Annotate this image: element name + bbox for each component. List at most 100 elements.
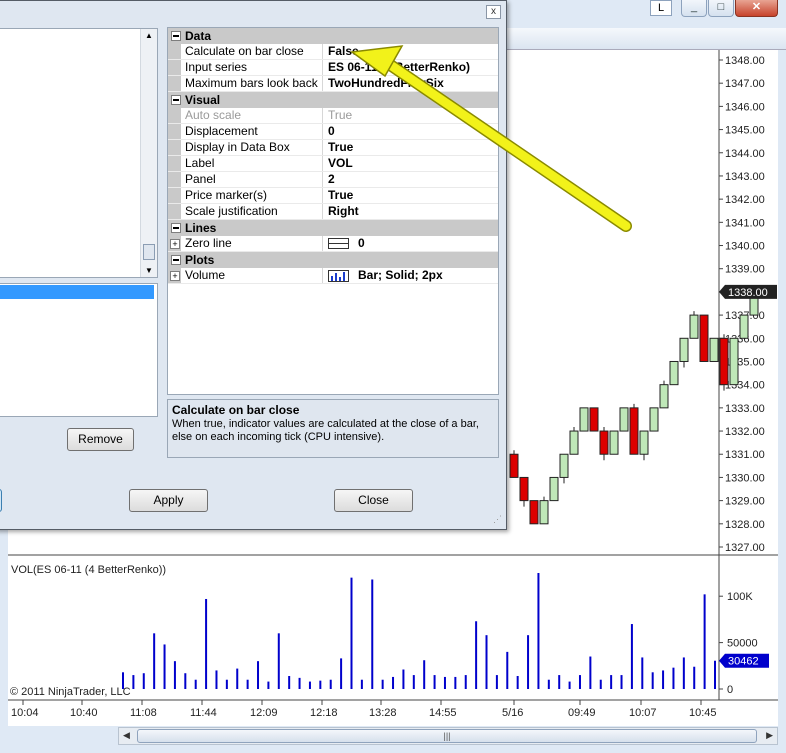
volume-bar <box>527 635 530 689</box>
time-tick-label: 13:28 <box>369 707 397 719</box>
collapse-icon[interactable] <box>171 223 181 233</box>
row-gutter: + <box>168 268 181 283</box>
price-tick-label: 1345.00 <box>725 125 765 137</box>
property-row[interactable]: Calculate on bar close False <box>168 44 498 60</box>
l-button[interactable]: L <box>650 0 672 16</box>
property-value-text: 2 <box>328 172 335 186</box>
scroll-thumb[interactable]: ||| <box>137 729 757 743</box>
property-row[interactable]: Displacement 0 <box>168 124 498 140</box>
category-label: Visual <box>185 93 221 107</box>
property-value[interactable]: VOL <box>323 156 498 171</box>
property-value-text: True <box>328 108 353 122</box>
property-row[interactable]: Input series ES 06-11 (4 BetterRenko) <box>168 60 498 76</box>
property-row[interactable]: Maximum bars look back TwoHundredFiftySix <box>168 76 498 92</box>
volume-bar <box>153 633 156 689</box>
remove-button[interactable]: Remove <box>67 428 134 451</box>
category-data[interactable]: Data <box>168 28 498 44</box>
property-row[interactable]: + Volume Bar; Solid; 2px <box>168 268 498 284</box>
volume-bar <box>298 677 301 689</box>
volume-bar <box>558 675 561 689</box>
renko-brick-up <box>539 500 549 525</box>
scroll-down-icon[interactable]: ▼ <box>145 266 153 275</box>
window-controls: _ □ ✕ <box>681 0 778 18</box>
volume-bar <box>350 577 353 689</box>
property-value[interactable]: TwoHundredFiftySix <box>323 76 498 91</box>
collapse-icon[interactable] <box>171 31 181 41</box>
volume-bar <box>225 679 228 689</box>
property-value[interactable]: Bar; Solid; 2px <box>323 268 498 283</box>
last-price-label: 1338.00 <box>728 287 768 299</box>
renko-brick-down <box>519 476 529 502</box>
property-value-text: VOL <box>328 156 353 170</box>
window-close-button[interactable]: ✕ <box>735 0 778 17</box>
volume-bar <box>371 579 374 689</box>
copyright-label: © 2011 NinjaTrader, LLC <box>10 686 131 698</box>
category-plots[interactable]: Plots <box>168 252 498 268</box>
property-value[interactable]: ES 06-11 (4 BetterRenko) <box>323 60 498 75</box>
renko-brick-up <box>689 314 699 339</box>
price-tick-label: 1329.00 <box>725 496 765 508</box>
volume-bar <box>475 621 478 689</box>
available-indicators-list[interactable]: ▲ ▼ <box>0 28 158 278</box>
renko-brick-up <box>619 407 629 432</box>
property-grid[interactable]: Data Calculate on bar close False Input ser… <box>167 27 499 395</box>
time-tick-label: 10:45 <box>689 707 717 719</box>
volume-bar <box>651 672 654 689</box>
property-value[interactable]: 0 <box>323 236 498 251</box>
volume-tick-label: 100K <box>727 591 753 603</box>
scroll-right-icon[interactable]: ▶ <box>766 730 773 741</box>
collapse-icon[interactable] <box>171 255 181 265</box>
property-row[interactable]: Scale justification Right <box>168 204 498 220</box>
description-title: Calculate on bar close <box>172 403 300 417</box>
volume-bar <box>714 660 716 689</box>
property-value[interactable]: 0 <box>323 124 498 139</box>
apply-button[interactable]: Apply <box>129 489 208 512</box>
row-gutter <box>168 60 181 75</box>
collapse-icon[interactable] <box>171 95 181 105</box>
selected-indicator-row[interactable] <box>0 285 154 299</box>
price-tick-label: 1327.00 <box>725 542 765 554</box>
volume-bar <box>662 670 665 689</box>
dialog-close-button[interactable]: x <box>486 5 501 19</box>
scroll-thumb[interactable] <box>143 244 155 260</box>
volume-bar <box>589 656 592 689</box>
property-value[interactable]: False <box>323 44 498 59</box>
category-lines[interactable]: Lines <box>168 220 498 236</box>
scroll-left-icon[interactable]: ◀ <box>123 730 130 741</box>
property-value[interactable]: Right <box>323 204 498 219</box>
volume-bar <box>319 680 322 689</box>
property-row[interactable]: Price marker(s) True <box>168 188 498 204</box>
property-row[interactable]: Panel 2 <box>168 172 498 188</box>
time-tick-label: 14:55 <box>429 707 457 719</box>
renko-brick-up <box>609 430 619 455</box>
resize-grip-icon[interactable]: ⋰ <box>493 514 502 525</box>
expand-icon[interactable]: + <box>170 271 180 281</box>
property-value[interactable]: True <box>323 188 498 203</box>
renko-brick-up <box>569 430 579 455</box>
property-row: Auto scale True <box>168 108 498 124</box>
category-visual[interactable]: Visual <box>168 92 498 108</box>
property-row[interactable]: Display in Data Box True <box>168 140 498 156</box>
scroll-up-icon[interactable]: ▲ <box>145 31 153 40</box>
expand-icon[interactable]: + <box>170 239 180 249</box>
indicators-list-scrollbar[interactable]: ▲ ▼ <box>140 29 157 277</box>
property-row[interactable]: Label VOL <box>168 156 498 172</box>
close-button[interactable]: Close <box>334 489 413 512</box>
volume-bar <box>610 675 613 689</box>
property-value-text: 0 <box>328 124 335 138</box>
maximize-button[interactable]: □ <box>708 0 734 17</box>
minimize-button[interactable]: _ <box>681 0 707 17</box>
price-tick-label: 1332.00 <box>725 426 765 438</box>
property-row[interactable]: + Zero line 0 <box>168 236 498 252</box>
applied-indicators-list[interactable] <box>0 283 158 417</box>
property-name: Price marker(s) <box>181 188 323 203</box>
property-value[interactable]: 2 <box>323 172 498 187</box>
volume-bar <box>173 661 176 689</box>
ok-button[interactable] <box>0 489 2 512</box>
horizontal-scrollbar[interactable]: ◀ ||| ▶ <box>118 727 778 745</box>
row-gutter <box>168 156 181 171</box>
volume-bar <box>246 679 249 689</box>
property-value[interactable]: True <box>323 140 498 155</box>
renko-brick-down <box>509 453 519 478</box>
renko-brick-down <box>599 430 609 455</box>
